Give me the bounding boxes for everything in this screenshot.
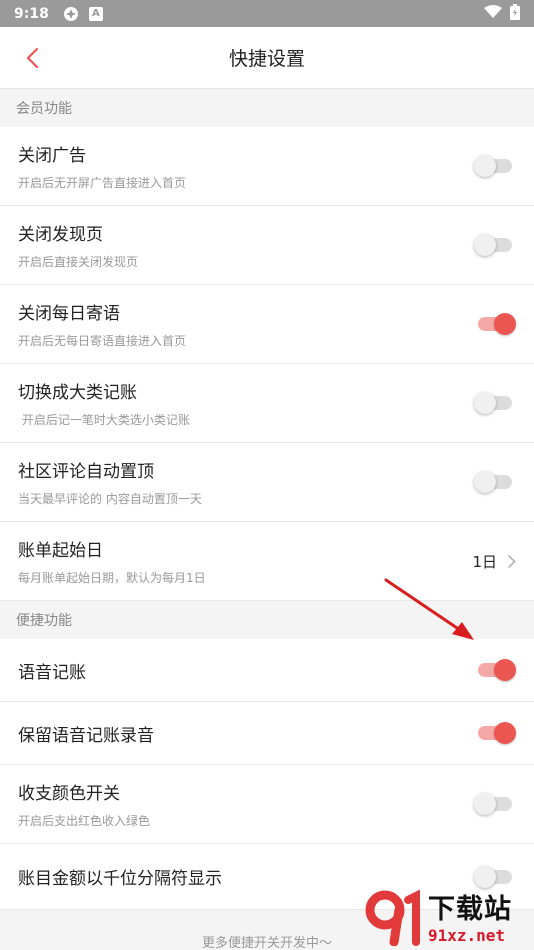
status-time: 9:18 xyxy=(14,5,49,22)
toggle-close-discover[interactable] xyxy=(474,233,514,257)
setting-row-comment-pin: 社区评论自动置顶 当天最早评论的 内容自动置顶一天 xyxy=(0,443,534,522)
battery-icon xyxy=(510,3,520,24)
row-subtitle: 开启后记一笔时大类选小类记账 xyxy=(18,413,190,427)
page-title: 快捷设置 xyxy=(228,48,305,70)
a-badge-icon: A xyxy=(88,6,103,21)
chevron-left-icon xyxy=(26,47,39,69)
toggle-close-ads[interactable] xyxy=(474,154,514,178)
annotation-arrow-icon xyxy=(384,578,474,640)
setting-row-major-category: 切换成大类记账 开启后记一笔时大类选小类记账 xyxy=(0,364,534,443)
section-label: 会员功能 xyxy=(16,101,72,117)
section-label: 便捷功能 xyxy=(16,613,72,629)
row-title: 保留语音记账录音 xyxy=(18,725,154,746)
setting-row-close-daily-message: 关闭每日寄语 开启后无每日寄语直接进入首页 xyxy=(0,285,534,364)
row-title: 社区评论自动置顶 xyxy=(18,462,154,482)
row-title: 收支颜色开关 xyxy=(18,784,120,804)
toggle-income-expense-color[interactable] xyxy=(474,792,514,816)
toggle-close-daily-message[interactable] xyxy=(474,312,516,336)
row-title: 关闭广告 xyxy=(18,146,86,166)
row-title: 关闭每日寄语 xyxy=(18,304,120,324)
back-button[interactable] xyxy=(18,44,46,72)
watermark-text: 下载站 xyxy=(428,894,512,925)
watermark-91-icon xyxy=(365,889,420,946)
row-title: 关闭发现页 xyxy=(18,225,103,245)
row-subtitle: 当天最早评论的 内容自动置顶一天 xyxy=(18,492,202,506)
toggle-major-category[interactable] xyxy=(474,391,514,415)
toggle-voice-bookkeeping[interactable] xyxy=(474,658,516,682)
setting-row-close-ads: 关闭广告 开启后无开屏广告直接进入首页 xyxy=(0,127,534,206)
watermark-logo: 下载站 91xz.net xyxy=(364,882,534,950)
toggle-comment-pin[interactable] xyxy=(474,470,514,494)
row-subtitle: 开启后无开屏广告直接进入首页 xyxy=(18,176,187,190)
setting-row-keep-voice-recording: 保留语音记账录音 xyxy=(0,702,534,765)
top-bar: 快捷设置 xyxy=(0,27,534,89)
row-subtitle: 开启后无每日寄语直接进入首页 xyxy=(18,334,187,348)
bill-start-day-selector[interactable]: 1日 xyxy=(472,551,516,572)
row-subtitle: 开启后支出红色收入绿色 xyxy=(18,814,151,828)
section-header-member: 会员功能 xyxy=(0,89,534,127)
wifi-icon xyxy=(484,4,502,23)
setting-row-voice-bookkeeping: 语音记账 xyxy=(0,639,534,702)
setting-row-income-expense-color: 收支颜色开关 开启后支出红色收入绿色 xyxy=(0,765,534,844)
bill-start-day-value: 1日 xyxy=(472,552,497,571)
a-badge-label: A xyxy=(88,6,103,21)
row-subtitle: 开启后直接关闭发现页 xyxy=(18,255,139,269)
row-title: 语音记账 xyxy=(18,662,86,683)
row-title: 切换成大类记账 xyxy=(18,383,137,403)
status-bar: 9:18 A xyxy=(0,0,534,27)
toggle-keep-voice-recording[interactable] xyxy=(474,721,516,745)
watermark-url: 91xz.net xyxy=(428,926,506,945)
chevron-right-icon xyxy=(507,554,516,568)
setting-row-close-discover: 关闭发现页 开启后直接关闭发现页 xyxy=(0,206,534,285)
settings-app-icon xyxy=(63,6,79,22)
row-title: 账单起始日 xyxy=(18,541,103,561)
